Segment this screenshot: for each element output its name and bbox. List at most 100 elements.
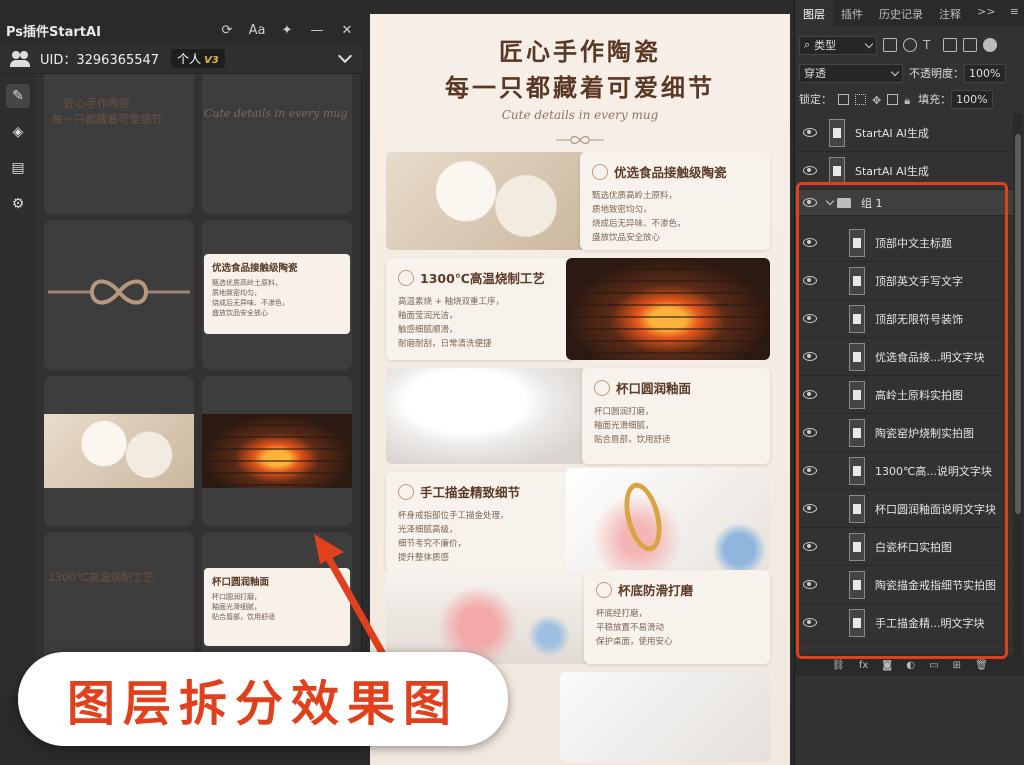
tab-layers[interactable]: 图层 — [795, 0, 833, 26]
folder-icon — [837, 197, 851, 208]
layer-row[interactable]: 顶部英文手写文字 — [795, 262, 1013, 300]
lock-artboard-icon[interactable] — [887, 93, 899, 105]
layer-list-scrollbar[interactable] — [1013, 114, 1023, 654]
gold-ring-detail-photo — [566, 468, 770, 570]
scrollbar-thumb[interactable] — [1015, 134, 1021, 514]
layer-group-row[interactable]: 组 1 — [795, 190, 1013, 216]
minimize-icon[interactable]: — — [302, 16, 332, 44]
filter-toggle-icon[interactable] — [983, 38, 997, 52]
visibility-eye-icon[interactable] — [803, 390, 817, 399]
fill-input[interactable]: 100% — [951, 89, 994, 109]
visibility-eye-icon[interactable] — [803, 466, 817, 475]
feature-line: 高温素烧 + 釉烧双重工序， — [398, 297, 505, 307]
layer-row[interactable]: 高岭土原料实拍图 — [795, 376, 1013, 414]
visibility-eye-icon[interactable] — [803, 238, 817, 247]
visibility-eye-icon[interactable] — [803, 276, 817, 285]
layer-row[interactable]: 陶瓷窑炉烧制实拍图 — [795, 414, 1013, 452]
new-group-icon[interactable]: ▭ — [929, 660, 938, 671]
tab-notes[interactable]: 注释 — [931, 0, 969, 26]
thumb-title-text[interactable]: 匠心手作陶瓷 每一只都藏着可爱细节 — [44, 74, 194, 214]
visibility-eye-icon[interactable] — [803, 542, 817, 551]
visibility-eye-icon[interactable] — [803, 580, 817, 589]
filter-kind-select[interactable]: ⌕ 类型 — [799, 35, 877, 55]
opacity-input[interactable]: 100% — [964, 63, 1006, 83]
layer-name: 1300℃高...说明文字块 — [875, 464, 992, 478]
fx-icon[interactable]: fx — [859, 660, 868, 671]
tab-plugins[interactable]: 插件 — [833, 0, 871, 26]
white-cup-rim-photo — [386, 368, 586, 464]
feature-line: 触感细腻顺滑， — [398, 325, 458, 335]
mini-card-rim-title: 杯口圆润釉面 — [212, 577, 270, 588]
layer-row[interactable]: 手工描金精...明文字块 — [795, 604, 1013, 642]
font-size-icon[interactable]: Aa — [242, 16, 272, 44]
refresh-icon[interactable]: ⟳ — [212, 16, 242, 44]
visibility-eye-icon[interactable] — [803, 352, 817, 361]
visibility-eye-icon[interactable] — [803, 128, 817, 137]
visibility-eye-icon[interactable] — [803, 428, 817, 437]
pixel-filter-icon[interactable] — [883, 38, 897, 52]
trash-icon[interactable]: 🗑︎ — [975, 660, 988, 671]
layers-panel: 图层 插件 历史记录 注释 >> ≡ ⌕ 类型 T 穿透 不透明度： 100% 锁… — [794, 0, 1024, 765]
visibility-eye-icon[interactable] — [803, 166, 817, 175]
layer-row[interactable]: 白瓷杯口实拍图 — [795, 528, 1013, 566]
mini-card-rim-line: 杯口圆润打磨， — [212, 593, 261, 601]
layer-row[interactable]: 陶瓷描金戒指细节实拍图 — [795, 566, 1013, 604]
blend-mode-select[interactable]: 穿透 — [799, 63, 903, 83]
panel-menu-icon[interactable]: ≡ — [1004, 0, 1024, 26]
thumb-clay-photo[interactable] — [44, 376, 194, 526]
lock-pixels-icon[interactable] — [855, 93, 866, 105]
plugin-user-bar: UID：3296365547 个人 V3 — [0, 44, 362, 74]
tab-history[interactable]: 历史记录 — [871, 0, 931, 26]
thumb-script-text[interactable]: Cute details in every mug — [202, 74, 352, 214]
thumb-kiln-photo[interactable] — [202, 376, 352, 526]
plan-badge[interactable]: 个人 V3 — [171, 49, 225, 68]
layer-thumbnail — [849, 342, 865, 371]
layer-thumbnail — [849, 456, 865, 485]
layer-row[interactable]: 优选食品接...明文字块 — [795, 338, 1013, 376]
panel-overflow-button[interactable]: >> — [971, 0, 1001, 26]
visibility-eye-icon[interactable] — [803, 314, 817, 323]
smart-object-filter-icon[interactable] — [963, 38, 977, 52]
document-icon[interactable]: ▤ — [6, 156, 30, 180]
mask-icon[interactable]: ◙ — [882, 660, 892, 671]
layer-thumbnail — [849, 304, 865, 333]
infinity-ornament-icon — [556, 136, 604, 144]
layer-row[interactable]: 1300℃高...说明文字块 — [795, 452, 1013, 490]
layer-name: 组 1 — [861, 196, 883, 210]
visibility-eye-icon[interactable] — [803, 198, 817, 207]
layer-row[interactable]: StartAI AI生成 — [795, 114, 1013, 152]
layer-thumbnail — [849, 608, 865, 637]
layer-row[interactable]: StartAI AI生成 — [795, 152, 1013, 190]
layer-name: StartAI AI生成 — [855, 164, 929, 178]
shape-filter-icon[interactable] — [943, 38, 957, 52]
layer-name: 优选食品接...明文字块 — [875, 350, 985, 364]
chevron-down-icon[interactable] — [825, 196, 835, 206]
layers-stack-icon[interactable]: ◈ — [6, 120, 30, 144]
visibility-eye-icon[interactable] — [803, 618, 817, 627]
edit-pen-icon[interactable]: ✎ — [6, 84, 30, 108]
new-layer-icon[interactable]: ⊞ — [953, 660, 961, 671]
thumb-infinity-ornament[interactable] — [44, 220, 194, 370]
visibility-eye-icon[interactable] — [803, 504, 817, 513]
layer-row[interactable]: 顶部中文主标题 — [795, 224, 1013, 262]
lock-position-icon[interactable]: ✥ — [872, 94, 881, 107]
canvas-title-line-1: 匠心手作陶瓷 — [499, 37, 661, 66]
adjustment-icon[interactable]: ◐ — [906, 660, 915, 671]
adjustment-filter-icon[interactable] — [903, 38, 917, 52]
blend-mode-value: 穿透 — [804, 67, 826, 80]
feature-line: 质地致密均匀， — [592, 205, 652, 215]
lock-all-icon[interactable]: 🔒︎ — [904, 94, 910, 107]
layer-row[interactable]: 顶部无限符号装饰 — [795, 300, 1013, 338]
layer-thumbnail — [829, 156, 845, 185]
pin-icon[interactable]: ✦ — [272, 16, 302, 44]
chevron-down-icon[interactable] — [337, 48, 353, 64]
type-filter-icon[interactable]: T — [923, 38, 937, 52]
thumb-script-text-label: Cute details in every mug — [204, 107, 348, 120]
lock-transparent-icon[interactable] — [838, 93, 849, 105]
layer-row[interactable]: 杯口圆润釉面说明文字块 — [795, 490, 1013, 528]
gear-icon[interactable]: ⚙ — [6, 192, 30, 216]
feature-title: 优选食品接触级陶瓷 — [614, 165, 727, 180]
link-icon[interactable]: ⛓ — [832, 660, 845, 671]
thumb-card-ceramic[interactable]: 优选食品接触级陶瓷 甄选优质高岭土原料， 质地致密均匀， 烧成后无异味、不渗色，… — [202, 220, 352, 370]
close-icon[interactable]: ✕ — [332, 16, 362, 44]
